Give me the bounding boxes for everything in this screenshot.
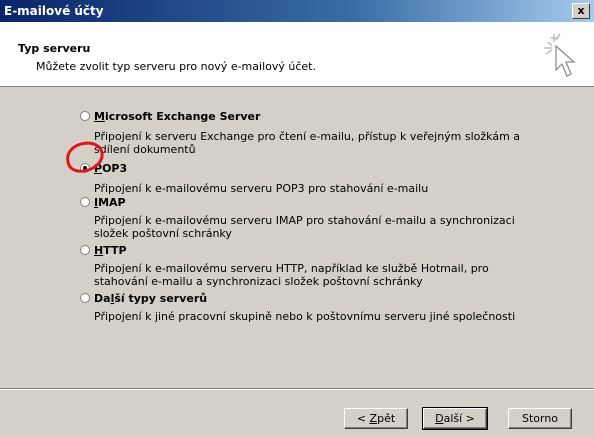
button-divider <box>0 388 594 390</box>
back-button[interactable]: < Zpět <box>344 408 408 429</box>
option-pop3-desc: Připojení k e-mailovému serveru POP3 pro… <box>94 182 429 195</box>
radio-imap[interactable] <box>80 197 90 207</box>
wizard-cursor-icon <box>544 33 576 77</box>
option-exchange-desc: Připojení k serveru Exchange pro čtení e… <box>94 130 521 156</box>
option-imap-desc: Připojení k e-mailovému serveru IMAP pro… <box>94 214 515 240</box>
page-subtitle: Můžete zvolit typ serveru pro nový e-mai… <box>36 60 316 73</box>
option-exchange-label[interactable]: Microsoft Exchange Server <box>94 110 260 123</box>
option-imap-label[interactable]: IMAP <box>94 196 126 209</box>
option-other-desc: Připojení k jiné pracovní skupině nebo k… <box>94 310 516 323</box>
option-other-label[interactable]: Další typy serverů <box>94 292 207 305</box>
title-bar: E-mailové účty x <box>0 0 594 22</box>
radio-other[interactable] <box>80 293 90 303</box>
server-type-options: Microsoft Exchange Server Připojení k se… <box>0 88 594 388</box>
dialog-window: E-mailové účty x Typ serveru Můžete zvol… <box>0 0 594 437</box>
next-button[interactable]: Další > <box>422 407 488 430</box>
close-button[interactable]: x <box>572 3 590 19</box>
cancel-button[interactable]: Storno <box>508 408 572 429</box>
option-http-label[interactable]: HTTP <box>94 244 127 257</box>
page-title: Typ serveru <box>18 42 91 55</box>
radio-exchange[interactable] <box>80 111 90 121</box>
wizard-header: Typ serveru Můžete zvolit typ serveru pr… <box>0 22 594 87</box>
window-title: E-mailové účty <box>4 4 104 18</box>
option-http-desc: Připojení k e-mailovému serveru HTTP, na… <box>94 262 489 288</box>
radio-http[interactable] <box>80 245 90 255</box>
